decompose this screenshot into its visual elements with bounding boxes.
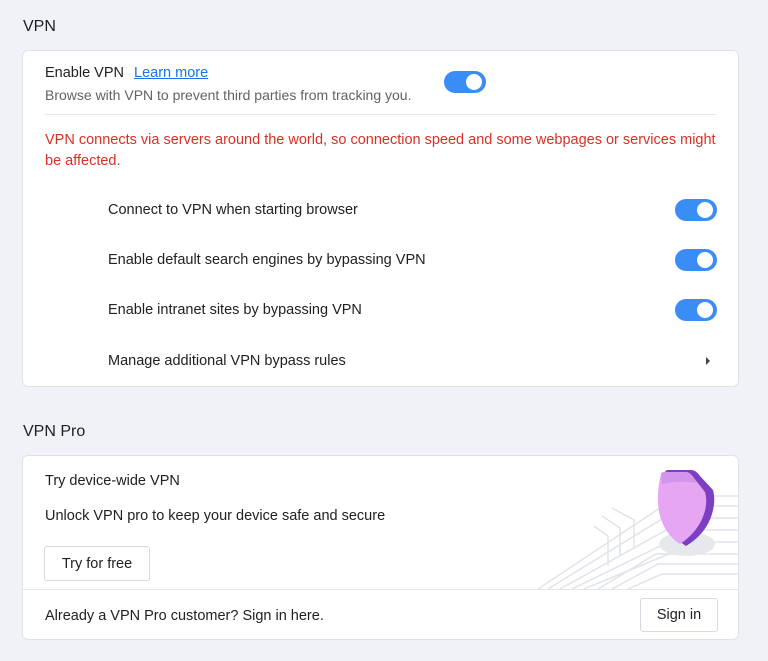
divider	[45, 114, 716, 115]
enable-vpn-description: Browse with VPN to prevent third parties…	[45, 87, 412, 103]
divider	[23, 589, 738, 590]
toggle-knob	[697, 302, 713, 318]
bypass-search-engines-toggle[interactable]	[675, 249, 717, 271]
toggle-knob	[697, 202, 713, 218]
bypass-intranet-toggle[interactable]	[675, 299, 717, 321]
chevron-right-icon	[706, 357, 710, 365]
bypass-search-engines-label: Enable default search engines by bypassi…	[108, 252, 426, 268]
vpn-pro-promo-description: Unlock VPN pro to keep your device safe …	[45, 508, 386, 524]
toggle-knob	[697, 252, 713, 268]
shield-illustration	[538, 470, 738, 589]
enable-vpn-label: Enable VPN	[45, 65, 124, 81]
connect-on-start-toggle[interactable]	[675, 199, 717, 221]
vpn-section-title: VPN	[23, 18, 56, 35]
bypass-intranet-label: Enable intranet sites by bypassing VPN	[108, 302, 362, 318]
vpn-pro-card: Try device-wide VPN Unlock VPN pro to ke…	[22, 455, 739, 640]
enable-vpn-toggle[interactable]	[444, 71, 486, 93]
vpn-settings-card: Enable VPN Learn more Browse with VPN to…	[22, 50, 739, 387]
signin-prompt: Already a VPN Pro customer? Sign in here…	[45, 608, 324, 624]
sign-in-button[interactable]: Sign in	[640, 598, 718, 632]
vpn-pro-promo-title: Try device-wide VPN	[45, 473, 180, 489]
connect-on-start-label: Connect to VPN when starting browser	[108, 202, 358, 218]
manage-bypass-rules-label: Manage additional VPN bypass rules	[108, 353, 346, 369]
toggle-knob	[466, 74, 482, 90]
learn-more-link[interactable]: Learn more	[134, 65, 208, 81]
manage-bypass-rules-row[interactable]: Manage additional VPN bypass rules	[23, 341, 738, 381]
try-for-free-button[interactable]: Try for free	[44, 546, 150, 581]
vpn-pro-section-title: VPN Pro	[23, 423, 86, 440]
vpn-warning-text: VPN connects via servers around the worl…	[45, 132, 716, 169]
enable-vpn-row: Enable VPN Learn more	[45, 65, 208, 81]
